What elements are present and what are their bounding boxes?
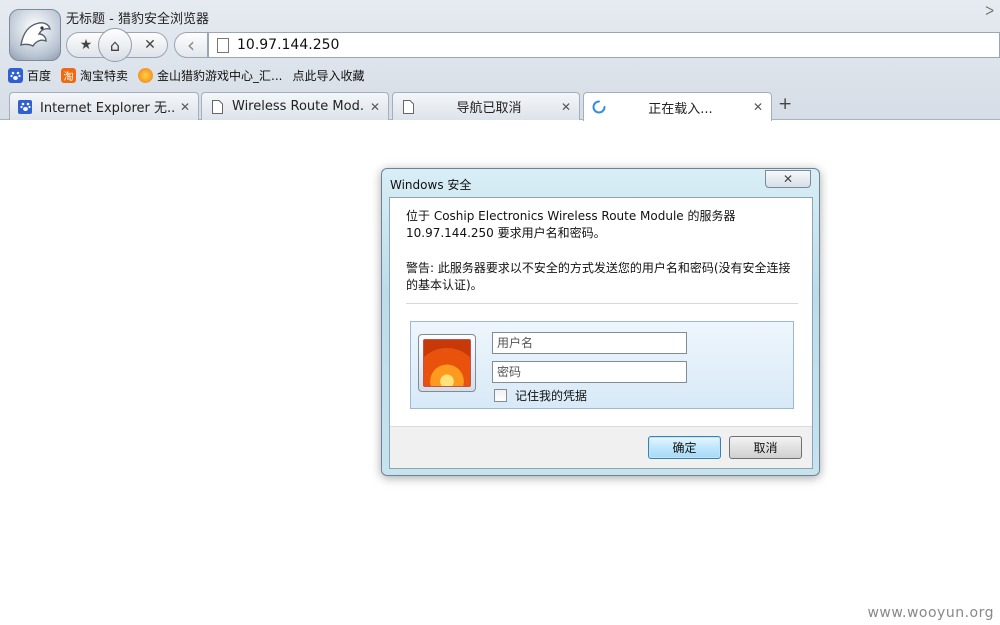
remember-label: 记住我的凭据 <box>515 389 588 403</box>
dialog-close-button[interactable]: ✕ <box>765 170 811 188</box>
password-input[interactable] <box>493 362 686 382</box>
chevron-left-icon: ‹ <box>187 33 195 57</box>
bookmark-label: 淘宝特卖 <box>80 68 129 83</box>
warning-message-line: 的基本认证)。 <box>406 278 483 292</box>
page-icon <box>401 99 415 114</box>
new-tab-button[interactable]: + <box>778 94 794 114</box>
remember-checkbox[interactable] <box>494 389 507 402</box>
divider <box>406 303 798 304</box>
server-message-line: 10.97.144.250 要求用户名和密码。 <box>406 226 606 240</box>
watermark: www.wooyun.org <box>867 605 994 621</box>
back-button[interactable]: ‹ <box>174 32 208 58</box>
taobao-icon: 淘 <box>61 67 77 83</box>
windows-security-dialog: Windows 安全 ✕ 位于 Coship Electronics Wirel… <box>381 168 820 476</box>
dialog-body: 位于 Coship Electronics Wireless Route Mod… <box>389 197 813 469</box>
bookmark-game-center[interactable]: 金山猎豹游戏中心_汇... <box>138 67 282 84</box>
cheetah-logo-icon[interactable] <box>9 9 61 61</box>
bookmark-baidu[interactable]: 百度 <box>8 67 51 84</box>
remember-credentials[interactable]: 记住我的凭据 <box>494 387 587 404</box>
warning-message-line: 警告: 此服务器要求以不安全的方式发送您的用户名和密码(没有安全连接 <box>406 261 791 275</box>
dialog-title: Windows 安全 <box>390 178 472 192</box>
baidu-paw-icon <box>8 67 23 83</box>
window-restore-icon[interactable]: ᐳ <box>985 4 994 18</box>
dialog-footer: 确定 取消 <box>390 426 812 468</box>
address-input[interactable] <box>237 37 937 53</box>
page-icon <box>210 99 224 114</box>
server-message: 位于 Coship Electronics Wireless Route Mod… <box>406 208 798 242</box>
flower-avatar-icon <box>423 339 471 387</box>
close-icon: ✕ <box>782 172 794 186</box>
address-bar[interactable] <box>208 32 1000 58</box>
tab-label: 正在载入... <box>648 101 713 117</box>
window-title: 无标题 - 猎豹安全浏览器 <box>66 12 209 27</box>
tab-close-icon[interactable]: ✕ <box>561 100 571 114</box>
tab-close-icon[interactable]: ✕ <box>370 100 380 114</box>
game-center-icon <box>138 67 154 83</box>
tab-label: 导航已取消 <box>456 101 522 116</box>
credential-panel: 记住我的凭据 <box>410 321 794 409</box>
stop-icon[interactable]: ✕ <box>133 33 167 57</box>
bookmark-label: 点此导入收藏 <box>292 68 365 83</box>
server-message-line: 位于 Coship Electronics Wireless Route Mod… <box>406 209 736 223</box>
bookmark-label: 金山猎豹游戏中心_汇... <box>157 68 283 83</box>
baidu-paw-icon <box>18 99 32 114</box>
tab-wireless-route[interactable]: Wireless Route Mod... ✕ <box>201 92 389 120</box>
tab-strip: Internet Explorer 无... ✕ Wireless Route … <box>0 90 1000 121</box>
bookmark-import[interactable]: 点此导入收藏 <box>292 67 364 84</box>
tab-navigation-cancelled[interactable]: 导航已取消 ✕ <box>392 92 580 120</box>
home-icon: ⌂ <box>109 35 121 55</box>
bookmark-label: 百度 <box>27 68 52 83</box>
username-input[interactable] <box>493 333 686 353</box>
tab-label: Wireless Route Mod... <box>232 99 364 114</box>
page-icon <box>217 37 229 53</box>
home-button[interactable]: ⌂ <box>98 28 132 62</box>
cancel-button[interactable]: 取消 <box>729 436 802 459</box>
user-avatar <box>418 334 476 392</box>
tab-internet-explorer[interactable]: Internet Explorer 无... ✕ <box>9 92 199 120</box>
tab-close-icon[interactable]: ✕ <box>753 100 763 114</box>
browser-chrome: 无标题 - 猎豹安全浏览器 ᐳ ★ ✕ ⌂ ‹ 百度 淘 淘宝特卖 金山猎豹游戏… <box>0 0 1000 121</box>
ok-button[interactable]: 确定 <box>648 436 721 459</box>
tab-loading[interactable]: 正在载入... ✕ <box>583 92 772 121</box>
username-field[interactable] <box>492 332 687 354</box>
loading-spinner-icon <box>592 100 606 114</box>
bookmark-taobao[interactable]: 淘 淘宝特卖 <box>61 67 128 84</box>
warning-message: 警告: 此服务器要求以不安全的方式发送您的用户名和密码(没有安全连接 的基本认证… <box>406 260 798 294</box>
tab-close-icon[interactable]: ✕ <box>180 100 190 114</box>
bookmarks-bar: 百度 淘 淘宝特卖 金山猎豹游戏中心_汇... 点此导入收藏 <box>0 64 1000 86</box>
password-field[interactable] <box>492 361 687 383</box>
tab-label: Internet Explorer 无... <box>40 101 174 116</box>
